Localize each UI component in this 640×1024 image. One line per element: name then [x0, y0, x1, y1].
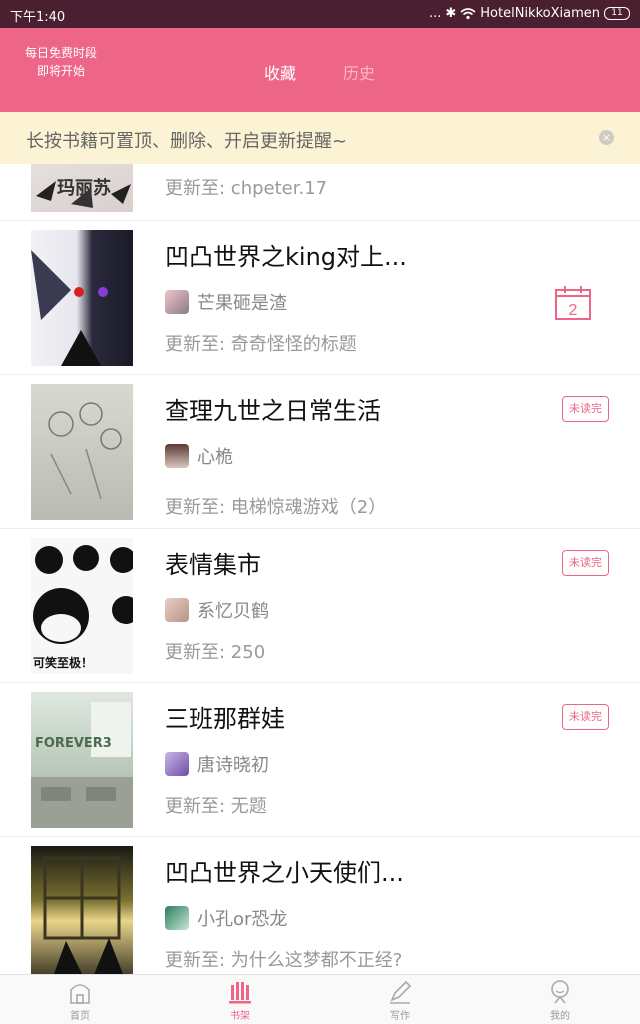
book-cover — [31, 384, 133, 520]
book-row[interactable]: 可笑至极！ 表情集市 系忆贝鹤 更新至: 250 未读完 — [0, 529, 640, 683]
book-row[interactable]: 凹凸世界之小天使们... 小孔or恐龙 更新至: 为什么这梦都不正经? — [0, 837, 640, 974]
tab-label: 首页 — [70, 1011, 90, 1022]
update-info: 更新至: chpeter.17 — [165, 174, 327, 200]
book-author: 系忆贝鹤 — [165, 597, 269, 623]
update-info: 更新至: 奇奇怪怪的标题 — [165, 330, 357, 356]
update-prefix: 更新至: — [165, 796, 231, 817]
cover-title-text: 玛丽苏 — [57, 178, 111, 199]
book-author: 心桅 — [165, 443, 233, 469]
calendar-day: 2 — [569, 302, 578, 319]
more-dots-icon: ... — [428, 6, 442, 21]
bottom-tab-bar: 首页 书架 写作 我的 — [0, 974, 640, 1024]
battery-icon: 11 — [604, 7, 630, 20]
tab-label: 书架 — [230, 1011, 250, 1022]
update-info: 更新至: 无题 — [165, 792, 267, 818]
tab-favorites[interactable]: 收藏 — [264, 60, 296, 84]
wifi-network-name: HotelNikkoXiamen — [480, 6, 600, 21]
book-cover: 玛丽苏 — [31, 164, 133, 212]
bookshelf-icon — [229, 982, 251, 1004]
cover-title-text: FOREVER3 — [35, 736, 112, 751]
update-prefix: 更新至: — [165, 334, 231, 355]
author-avatar — [165, 598, 189, 622]
update-chapter: 电梯惊魂游戏（2） — [230, 497, 387, 518]
calendar-reminder-icon[interactable]: 2 — [555, 285, 591, 321]
update-info: 更新至: 电梯惊魂游戏（2） — [165, 493, 386, 519]
cover-art — [31, 702, 133, 828]
book-row[interactable]: 查理九世之日常生活 心桅 更新至: 电梯惊魂游戏（2） 未读完 — [0, 375, 640, 529]
update-prefix: 更新至: — [165, 642, 231, 663]
status-right: ... ✱ HotelNikkoXiamen 11 — [429, 6, 630, 21]
book-title: 凹凸世界之小天使们... — [165, 859, 404, 887]
cover-art — [48, 402, 122, 500]
author-name: 唐诗晓初 — [197, 755, 269, 776]
update-prefix: 更新至: — [165, 178, 231, 199]
update-chapter: 250 — [230, 642, 266, 663]
close-icon[interactable]: × — [599, 130, 614, 145]
update-info: 更新至: 为什么这梦都不正经? — [165, 946, 402, 972]
author-name: 芒果砸是渣 — [197, 293, 287, 314]
author-name: 心桅 — [197, 447, 233, 468]
tip-banner: 长按书籍可置顶、删除、开启更新提醒~ × — [0, 112, 640, 164]
update-prefix: 更新至: — [165, 497, 231, 518]
update-chapter: chpeter.17 — [230, 178, 328, 199]
status-time: 下午1:40 — [10, 10, 66, 25]
book-title: 查理九世之日常生活 — [165, 397, 381, 425]
book-author: 芒果砸是渣 — [165, 289, 287, 315]
author-avatar — [165, 444, 189, 468]
profile-icon — [551, 980, 569, 1004]
book-author: 唐诗晓初 — [165, 751, 269, 777]
update-info: 更新至: 250 — [165, 638, 265, 664]
tab-profile[interactable]: 我的 — [520, 979, 600, 1023]
author-name: 系忆贝鹤 — [197, 601, 269, 622]
cover-title-text: 可笑至极！ — [33, 656, 94, 670]
shelf-tabs: 收藏 历史 — [0, 28, 640, 112]
book-title: 凹凸世界之king对上... — [165, 243, 407, 271]
book-cover — [31, 230, 133, 366]
update-chapter: 无题 — [230, 796, 267, 817]
tab-bookshelf[interactable]: 书架 — [200, 979, 280, 1023]
book-cover: 可笑至极！ — [31, 538, 133, 674]
tab-home[interactable]: 首页 — [40, 979, 120, 1023]
book-title: 表情集市 — [165, 551, 261, 579]
update-chapter: 奇奇怪怪的标题 — [230, 334, 357, 355]
book-cover — [31, 846, 133, 974]
tip-text: 长按书籍可置顶、删除、开启更新提醒~ — [26, 131, 348, 152]
status-bar: 下午1:40 ... ✱ HotelNikkoXiamen 11 — [0, 0, 640, 28]
tab-write[interactable]: 写作 — [360, 979, 440, 1023]
book-row[interactable]: FOREVER3 三班那群娃 唐诗晓初 更新至: 无题 未读完 — [0, 683, 640, 837]
bluetooth-icon: ✱ — [445, 6, 457, 21]
cover-art — [43, 856, 123, 974]
book-title: 三班那群娃 — [165, 705, 285, 733]
unread-badge: 未读完 — [562, 550, 609, 576]
book-row[interactable]: 凹凸世界之king对上... 芒果砸是渣 更新至: 奇奇怪怪的标题 2 — [0, 221, 640, 375]
pencil-icon — [390, 980, 412, 1004]
unread-badge: 未读完 — [562, 396, 609, 422]
author-name: 小孔or恐龙 — [197, 909, 288, 930]
book-author: 小孔or恐龙 — [165, 905, 287, 931]
update-prefix: 更新至: — [165, 950, 231, 971]
wifi-icon — [460, 7, 476, 19]
author-avatar — [165, 906, 189, 930]
author-avatar — [165, 290, 189, 314]
book-list[interactable]: 玛丽苏 更新至: chpeter.17 凹凸世界之king对上... 芒果砸是渣… — [0, 164, 640, 974]
header: 每日免费时段 即将开始 收藏 历史 — [0, 28, 640, 112]
book-row[interactable]: 玛丽苏 更新至: chpeter.17 — [0, 164, 640, 221]
home-icon — [70, 984, 90, 1004]
cover-art — [31, 250, 108, 366]
tab-history[interactable]: 历史 — [343, 60, 375, 84]
author-avatar — [165, 752, 189, 776]
unread-badge: 未读完 — [562, 704, 609, 730]
tab-label: 我的 — [550, 1011, 570, 1022]
tab-label: 写作 — [390, 1011, 410, 1022]
book-cover: FOREVER3 — [31, 692, 133, 828]
update-chapter: 为什么这梦都不正经? — [230, 950, 403, 971]
